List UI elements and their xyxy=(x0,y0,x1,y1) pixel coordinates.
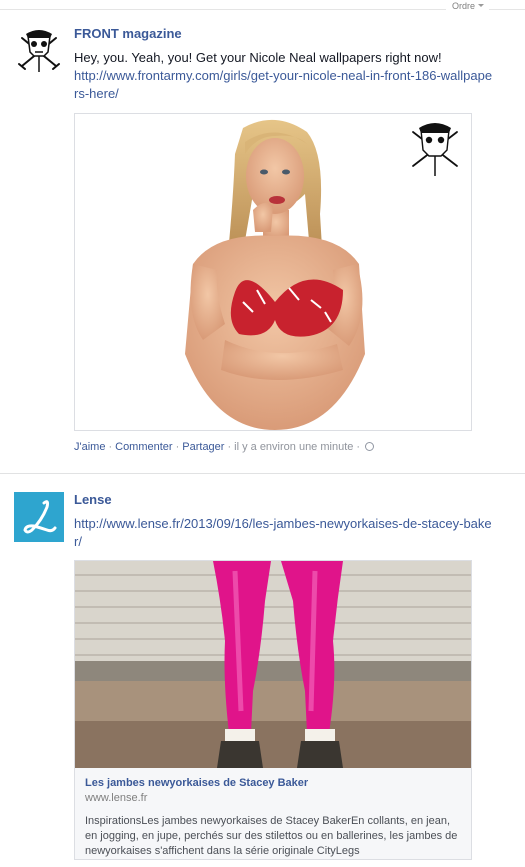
shared-link-description: InspirationsLes jambes newyorkaises de S… xyxy=(85,815,458,857)
globe-icon[interactable] xyxy=(365,442,375,451)
comment-link[interactable]: Commenter xyxy=(115,441,172,453)
shared-link-text: Les jambes newyorkaises de Stacey Baker … xyxy=(75,768,471,859)
sort-order-button[interactable]: Ordre xyxy=(445,1,489,11)
pink-leggings-photo xyxy=(75,561,471,768)
post-action-bar: J'aime · Commenter · Partager · il y a environ… xyxy=(74,441,375,453)
lense-logo-avatar[interactable] xyxy=(14,492,64,542)
woman-bikini-photo xyxy=(185,119,458,430)
front-magazine-skull-logo-avatar[interactable] xyxy=(14,26,64,76)
story-divider xyxy=(0,473,525,474)
shared-link-image xyxy=(75,561,471,768)
post-message: Hey, you. Yeah, you! Get your Nicole Nea… xyxy=(74,50,442,65)
post-timestamp[interactable]: il y a environ une minute xyxy=(234,441,353,453)
post-author-name[interactable]: FRONT magazine xyxy=(74,24,494,44)
shared-link-card[interactable]: Les jambes newyorkaises de Stacey Baker … xyxy=(74,560,472,860)
feed-sort-bar: Ordre xyxy=(0,0,525,11)
post-link[interactable]: http://www.lense.fr/2013/09/16/les-jambe… xyxy=(74,515,494,551)
post-link[interactable]: http://www.frontarmy.com/girls/get-your-… xyxy=(74,67,494,103)
sort-order-label: Ordre xyxy=(451,1,475,11)
chevron-down-icon xyxy=(478,4,484,7)
share-link[interactable]: Partager xyxy=(182,441,224,453)
shared-link-title[interactable]: Les jambes newyorkaises de Stacey Baker xyxy=(85,776,461,791)
post-photo[interactable] xyxy=(74,113,472,431)
like-link[interactable]: J'aime xyxy=(74,441,105,453)
post-author-name[interactable]: Lense xyxy=(74,490,494,510)
shared-link-domain: www.lense.fr xyxy=(85,792,148,804)
